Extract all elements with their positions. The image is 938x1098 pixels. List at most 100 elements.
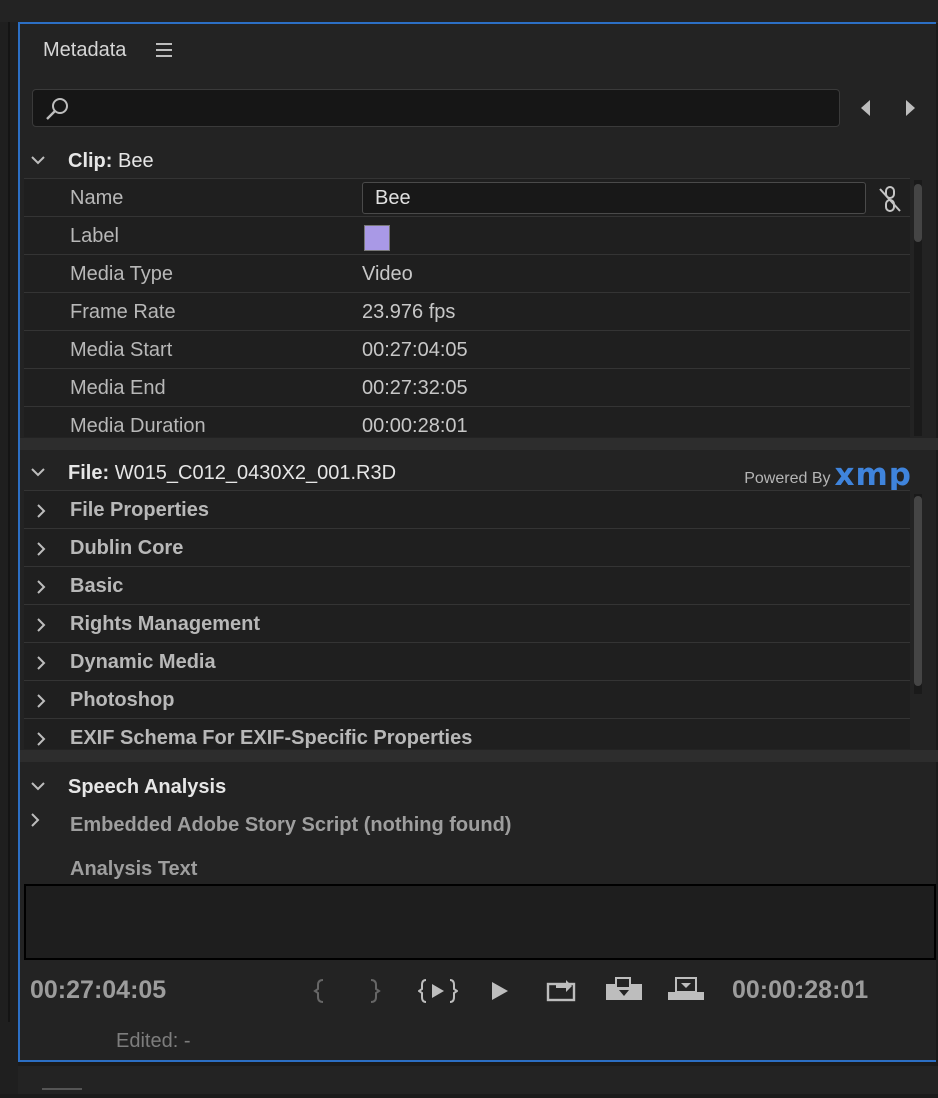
group-label: EXIF Schema For EXIF-Specific Properties	[70, 727, 473, 749]
property-value: 00:00:28:01	[362, 415, 468, 437]
clip-section-header[interactable]: Clip: Bee	[20, 142, 938, 178]
group-label: File Properties	[70, 499, 209, 521]
xmp-logo: xmp	[834, 457, 912, 493]
chevron-down-icon	[30, 464, 46, 480]
chevron-down-icon	[30, 152, 46, 168]
property-value: 23.976 fps	[362, 301, 456, 323]
mark-in-button[interactable]	[310, 976, 330, 1006]
label-color-swatch[interactable]	[364, 225, 390, 251]
group-dublin-core[interactable]: Dublin Core	[24, 529, 910, 567]
next-panel-tab	[18, 1066, 938, 1094]
play-in-to-out-icon	[417, 979, 459, 1003]
chevron-right-icon	[36, 617, 46, 638]
in-timecode[interactable]: 00:27:04:05	[30, 976, 166, 1005]
property-row-media-type: Media Type Video	[24, 255, 910, 293]
group-exif[interactable]: EXIF Schema For EXIF-Specific Properties	[24, 719, 910, 749]
clip-properties: Name Bee Label Media Type Video Frame Ra…	[24, 178, 910, 437]
property-row-frame-rate: Frame Rate 23.976 fps	[24, 293, 910, 331]
file-scrollbar[interactable]	[914, 494, 922, 694]
property-row-name: Name Bee	[24, 179, 910, 217]
clip-scrollbar[interactable]	[914, 180, 922, 436]
chevron-right-icon	[36, 579, 46, 600]
metadata-panel: Metadata Clip: Bee Name Bee Label Media …	[18, 22, 938, 1062]
group-basic[interactable]: Basic	[24, 567, 910, 605]
triangle-left-icon	[861, 100, 870, 116]
powered-by-xmp: Powered By xmp	[744, 457, 912, 493]
search-icon	[45, 97, 71, 126]
group-label: Photoshop	[70, 689, 175, 711]
property-row-label: Label	[24, 217, 910, 255]
name-field[interactable]: Bee	[362, 182, 866, 214]
search-input[interactable]	[73, 96, 827, 122]
property-key: Media Start	[70, 339, 173, 361]
file-scroll-thumb[interactable]	[914, 496, 922, 686]
export-icon	[668, 977, 704, 1000]
edited-status: Edited: -	[116, 1030, 191, 1052]
speech-title: Speech Analysis	[68, 776, 227, 798]
previous-button[interactable]	[858, 98, 874, 118]
analysis-text-box[interactable]	[24, 884, 936, 960]
property-row-media-end: Media End 00:27:32:05	[24, 369, 910, 407]
section-divider[interactable]	[20, 750, 938, 762]
panel-title: Metadata	[43, 39, 127, 61]
speech-section-header[interactable]: Speech Analysis	[20, 768, 938, 804]
chevron-down-icon	[30, 778, 46, 794]
group-label: Rights Management	[70, 613, 261, 635]
play-in-to-out-button[interactable]	[417, 976, 459, 1006]
triangle-right-icon	[906, 100, 915, 116]
clip-name: Bee	[118, 150, 154, 172]
powered-by-text: Powered By	[744, 470, 831, 487]
play-button[interactable]	[488, 976, 512, 1006]
property-value: 00:27:04:05	[362, 339, 468, 361]
property-value: 00:27:32:05	[362, 377, 468, 399]
insert-button[interactable]	[546, 976, 578, 1006]
file-name: W015_C012_0430X2_001.R3D	[114, 462, 397, 484]
embedded-story-script[interactable]: Embedded Adobe Story Script (nothing fou…	[70, 814, 511, 837]
insert-icon	[546, 980, 576, 1002]
mark-out-button[interactable]	[364, 976, 384, 1006]
next-button[interactable]	[902, 98, 918, 118]
file-section-header[interactable]: File: W015_C012_0430X2_001.R3D Powered B…	[20, 454, 938, 493]
panel-menu-icon[interactable]	[156, 43, 172, 57]
top-panel-strip	[0, 0, 938, 23]
chevron-right-icon	[36, 731, 46, 749]
clip-scroll-thumb[interactable]	[914, 184, 922, 242]
group-rights-management[interactable]: Rights Management	[24, 605, 910, 643]
file-heading: File:	[68, 462, 110, 484]
analysis-text-label: Analysis Text	[70, 858, 198, 880]
property-key: Media Duration	[70, 415, 206, 437]
mark-in-icon	[313, 979, 324, 1003]
property-key: Frame Rate	[70, 301, 176, 323]
property-key: Media End	[70, 377, 166, 399]
chevron-right-icon	[36, 541, 46, 562]
property-value: Video	[362, 263, 413, 285]
overwrite-button[interactable]	[604, 976, 644, 1006]
property-key: Label	[70, 225, 119, 247]
mark-out-icon	[370, 979, 381, 1003]
export-frame-button[interactable]	[666, 976, 706, 1006]
property-key: Name	[70, 187, 124, 209]
file-title: File: W015_C012_0430X2_001.R3D	[68, 462, 396, 485]
group-label: Dynamic Media	[70, 651, 216, 673]
search-box	[32, 89, 840, 127]
property-row-media-start: Media Start 00:27:04:05	[24, 331, 910, 369]
chevron-right-icon	[36, 655, 46, 676]
group-file-properties[interactable]: File Properties	[24, 491, 910, 529]
overwrite-icon	[606, 977, 642, 1000]
group-label: Basic	[70, 575, 124, 597]
chevron-right-icon	[36, 503, 46, 524]
property-row-media-duration: Media Duration 00:00:28:01	[24, 407, 910, 437]
file-groups: File Properties Dublin Core Basic Rights…	[24, 490, 910, 749]
property-key: Media Type	[70, 263, 174, 285]
duration-timecode: 00:00:28:01	[732, 976, 869, 1004]
unlink-icon[interactable]	[876, 185, 904, 218]
group-label: Dublin Core	[70, 537, 184, 559]
chevron-right-icon[interactable]	[30, 812, 40, 833]
chevron-right-icon	[36, 693, 46, 714]
section-divider[interactable]	[20, 438, 938, 450]
left-divider	[8, 22, 10, 1022]
group-photoshop[interactable]: Photoshop	[24, 681, 910, 719]
clip-heading: Clip:	[68, 150, 113, 172]
play-icon	[492, 982, 508, 1000]
group-dynamic-media[interactable]: Dynamic Media	[24, 643, 910, 681]
